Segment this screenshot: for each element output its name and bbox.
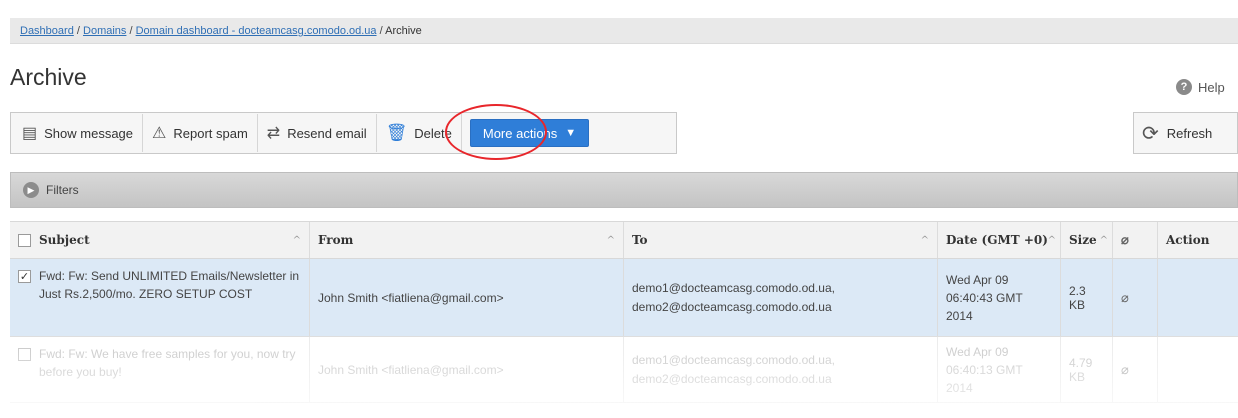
row-subject-text: Fwd: Fw: Send UNLIMITED Emails/Newslette… (39, 269, 300, 301)
row-size: 4.79 KB (1061, 337, 1113, 402)
column-subject[interactable]: Subject ^ (10, 222, 310, 258)
paperclip-icon: ⌀ (1121, 232, 1129, 248)
row-to-line-1: demo1@docteamcasg.comodo.od.ua, (632, 280, 835, 295)
chevron-down-icon: ▼ (565, 127, 577, 139)
report-spam-button[interactable]: ⚠ Report spam (143, 114, 258, 152)
row-date: Wed Apr 09 06:40:43 GMT 2014 (938, 259, 1061, 336)
row-from: John Smith <fiatliena@gmail.com> (310, 337, 624, 402)
row-action (1158, 337, 1238, 402)
row-subject: ✓ Fwd: Fw: Send UNLIMITED Emails/Newslet… (10, 259, 310, 336)
breadcrumb-current: Archive (385, 25, 422, 37)
page-title: Archive (10, 64, 87, 90)
row-date-line-2: 06:40:43 GMT (946, 290, 1023, 305)
refresh-label: Refresh (1166, 125, 1213, 141)
table-row[interactable]: Fwd: Fw: We have free samples for you, n… (10, 337, 1238, 403)
filters-label: Filters (46, 183, 79, 197)
delete-button[interactable]: 🗑 Delete (376, 114, 462, 152)
select-all-checkbox[interactable] (18, 233, 31, 247)
row-to-line-2: demo2@docteamcasg.comodo.od.ua (632, 299, 832, 314)
breadcrumb-domain-dashboard[interactable]: Domain dashboard - docteamcasg.comodo.od… (136, 25, 377, 37)
row-attachment: ⌀ (1113, 259, 1158, 336)
refresh-button[interactable]: ⟳ Refresh (1133, 112, 1238, 154)
report-spam-label: Report spam (173, 125, 248, 141)
column-subject-label: Subject (39, 233, 90, 247)
message-toolbar: ▤ Show message ⚠ Report spam ⇄ Resend em… (10, 112, 677, 154)
row-action (1158, 259, 1238, 336)
archive-table: Subject ^ From ^ To ^ Date (GMT +0) ^ Si… (10, 221, 1238, 403)
row-date: Wed Apr 09 06:40:13 GMT 2014 (938, 337, 1061, 402)
more-actions-label: More actions (482, 125, 558, 141)
row-to: demo1@docteamcasg.comodo.od.ua, demo2@do… (624, 337, 938, 402)
column-from[interactable]: From ^ (310, 222, 624, 258)
breadcrumb-separator: / (129, 25, 133, 37)
message-icon: ▤ (22, 125, 38, 142)
row-date-line-1: Wed Apr 09 (946, 272, 1009, 287)
row-subject-text: Fwd: Fw: We have free samples for you, n… (39, 347, 296, 379)
table-header: Subject ^ From ^ To ^ Date (GMT +0) ^ Si… (10, 221, 1238, 259)
row-to: demo1@docteamcasg.comodo.od.ua, demo2@do… (624, 259, 938, 336)
help-link[interactable]: ? Help (1176, 79, 1225, 95)
column-action-label: Action (1166, 233, 1210, 247)
resend-email-label: Resend email (287, 125, 367, 141)
row-size: 2.3 KB (1061, 259, 1113, 336)
breadcrumb-domains[interactable]: Domains (83, 25, 126, 37)
show-message-label: Show message (44, 125, 134, 141)
more-actions-button[interactable]: More actions ▼ (469, 119, 590, 147)
column-to[interactable]: To ^ (624, 222, 938, 258)
paperclip-icon: ⌀ (1121, 361, 1129, 377)
warning-icon: ⚠ (152, 125, 167, 142)
sort-icon: ^ (1099, 234, 1108, 246)
table-row[interactable]: ✓ Fwd: Fw: Send UNLIMITED Emails/Newslet… (10, 259, 1238, 337)
delete-label: Delete (414, 125, 452, 141)
column-size-label: Size (1069, 233, 1097, 247)
row-date-line-3: 2014 (946, 308, 973, 323)
filters-toggle[interactable]: ▶ Filters (10, 172, 1238, 208)
row-attachment: ⌀ (1113, 337, 1158, 402)
breadcrumb-separator: / (379, 25, 383, 37)
row-to-line-1: demo1@docteamcasg.comodo.od.ua, (632, 352, 835, 367)
resend-icon: ⇄ (266, 125, 281, 142)
column-date-label: Date (GMT +0) (946, 233, 1048, 247)
refresh-icon: ⟳ (1142, 122, 1159, 145)
column-attachment[interactable]: ⌀ (1113, 222, 1158, 258)
breadcrumb-separator: / (76, 25, 80, 37)
row-date-line-2: 06:40:13 GMT (946, 362, 1023, 377)
column-action: Action (1158, 222, 1238, 258)
column-to-label: To (632, 233, 648, 247)
row-checkbox[interactable] (18, 348, 31, 361)
row-date-line-3: 2014 (946, 380, 973, 395)
row-subject: Fwd: Fw: We have free samples for you, n… (10, 337, 310, 402)
column-size[interactable]: Size ^ (1061, 222, 1113, 258)
row-to-line-2: demo2@docteamcasg.comodo.od.ua (632, 371, 832, 386)
sort-icon: ^ (920, 234, 929, 246)
row-from: John Smith <fiatliena@gmail.com> (310, 259, 624, 336)
breadcrumb-dashboard[interactable]: Dashboard (20, 25, 74, 37)
help-label: Help (1198, 79, 1225, 95)
row-date-line-1: Wed Apr 09 (946, 344, 1009, 359)
resend-email-button[interactable]: ⇄ Resend email (257, 114, 377, 152)
sort-icon: ^ (292, 234, 301, 246)
sort-icon: ^ (1047, 234, 1056, 246)
trash-icon: 🗑 (385, 123, 408, 142)
paperclip-icon: ⌀ (1121, 289, 1129, 305)
question-icon: ? (1176, 79, 1192, 95)
column-date[interactable]: Date (GMT +0) ^ (938, 222, 1061, 258)
sort-icon: ^ (606, 234, 615, 246)
column-from-label: From (318, 233, 354, 247)
show-message-button[interactable]: ▤ Show message (13, 114, 144, 152)
expand-icon: ▶ (23, 182, 39, 198)
breadcrumb: Dashboard / Domains / Domain dashboard -… (10, 18, 1238, 44)
row-checkbox[interactable]: ✓ (18, 270, 31, 283)
